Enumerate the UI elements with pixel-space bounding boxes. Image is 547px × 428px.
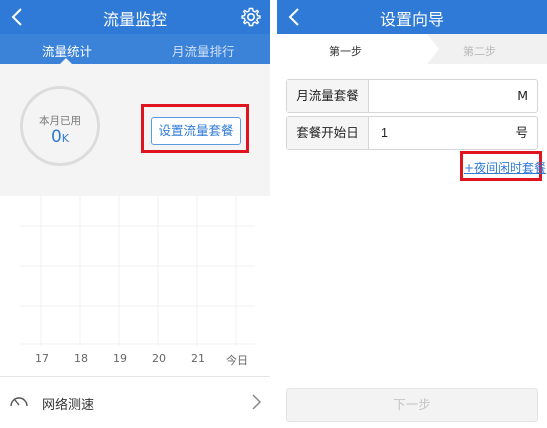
gear-icon[interactable] (240, 6, 262, 28)
tab-monthly-ranking[interactable]: 月流量排行 (172, 41, 235, 60)
day-label: 21 (191, 352, 205, 365)
page-title: 流量监控 (102, 10, 167, 29)
usage-unit: K (61, 132, 70, 145)
speed-test-row[interactable]: 网络测速 (0, 378, 270, 428)
wizard-steps: 第一步 第二步 (277, 34, 547, 64)
monthly-plan-row: 月流量套餐 M (286, 79, 538, 113)
step-one-label: 第一步 (329, 45, 362, 58)
traffic-chart-grid (20, 196, 255, 346)
usage-ring: 本月已用 0K (20, 86, 100, 166)
day-label: 17 (35, 352, 49, 365)
day-label: 20 (152, 352, 166, 365)
day-label: 18 (74, 352, 88, 365)
chevron-right-icon (252, 394, 262, 410)
header-bar: 设置向导 (277, 0, 547, 34)
speedometer-icon (10, 397, 28, 407)
page-title: 设置向导 (379, 10, 444, 29)
plan-start-unit: 号 (515, 125, 528, 140)
day-label: 19 (113, 352, 127, 365)
plan-start-input[interactable] (381, 117, 481, 149)
day-label: 今日 (226, 354, 248, 367)
night-plan-link[interactable]: +夜间闲时套餐 (464, 159, 546, 176)
step-one-arrow (427, 34, 439, 64)
next-step-button[interactable]: 下一步 (286, 388, 538, 422)
divider (0, 376, 270, 377)
monthly-plan-input[interactable] (381, 80, 481, 112)
speed-test-label: 网络测速 (42, 398, 95, 413)
traffic-monitor-screen: 流量监控 流量统计 月流量排行 本月已用 0K 设置流量套餐 17 18 19 … (0, 0, 270, 428)
usage-label: 本月已用 (39, 115, 81, 127)
setup-wizard-screen: 设置向导 第一步 第二步 月流量套餐 M 套餐开始日 号 +夜间闲时套餐 下一步 (277, 0, 547, 428)
usage-number: 0 (50, 127, 62, 147)
plan-start-label: 套餐开始日 (287, 117, 369, 149)
usage-value: 0K (23, 127, 97, 147)
plan-start-row: 套餐开始日 号 (286, 116, 538, 150)
header-bar: 流量监控 (0, 0, 270, 34)
set-plan-button[interactable]: 设置流量套餐 (151, 117, 241, 145)
step-two-label: 第二步 (463, 45, 496, 58)
monthly-plan-unit: M (517, 88, 528, 103)
monthly-plan-label: 月流量套餐 (287, 80, 369, 112)
tab-bar: 流量统计 月流量排行 (0, 34, 270, 64)
